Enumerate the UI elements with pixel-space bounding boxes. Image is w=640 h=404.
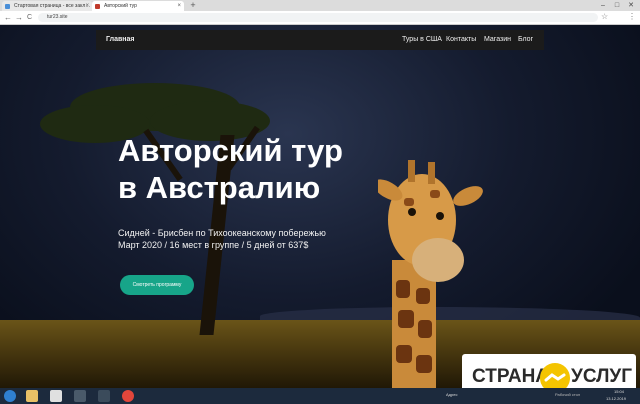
nav-link-tours-usa[interactable]: Туры в США (402, 30, 442, 50)
tab-title: Авторский тур (104, 3, 137, 9)
view-program-button[interactable]: Смотреть программу (120, 275, 194, 295)
reload-icon[interactable]: C (27, 13, 32, 22)
hero-title: Авторский тур в Австралию (118, 132, 418, 206)
browser-tab-active[interactable]: Авторский тур × (92, 1, 184, 11)
browser-tab[interactable]: Стартовая страница - все закл… × (2, 1, 92, 11)
tab-close-icon[interactable]: × (85, 1, 89, 11)
hero-title-line-2: в Австралию (118, 170, 321, 205)
tab-title: Стартовая страница - все закл… (14, 3, 91, 9)
os-taskbar (0, 388, 640, 404)
close-window-button[interactable]: ✕ (624, 0, 638, 11)
folder-icon[interactable] (26, 390, 38, 402)
bookmark-star-icon[interactable]: ☆ (601, 12, 608, 21)
camera-icon[interactable] (98, 390, 110, 402)
nav-home-link[interactable]: Главная (106, 30, 134, 50)
site-navbar (96, 30, 544, 50)
hero-section (0, 25, 640, 388)
yandex-icon[interactable] (50, 390, 62, 402)
hero-subtitle-route: Сидней - Брисбен по Тихоокеанскому побер… (118, 228, 326, 238)
tray-clock: 15:04 (614, 389, 625, 394)
tab-favicon-icon (95, 4, 100, 9)
hero-title-line-1: Авторский тур (118, 133, 343, 168)
tray-date: 13.12.2019 (606, 396, 627, 401)
minimize-button[interactable]: – (596, 0, 610, 11)
tab-close-icon[interactable]: × (177, 1, 181, 11)
chrome-icon[interactable] (122, 390, 134, 402)
taskbar-desktop-label: Рабочий стол (555, 392, 581, 397)
hero-subtitle-details: Март 2020 / 16 мест в группе / 5 дней от… (118, 240, 309, 250)
media-icon[interactable] (74, 390, 86, 402)
maximize-button[interactable]: □ (610, 0, 624, 11)
browser-menu-icon[interactable]: ⋮ (628, 12, 636, 21)
nav-link-contacts[interactable]: Контакты (446, 30, 476, 50)
windows-start-icon[interactable] (4, 390, 16, 402)
taskbar-address-label: Адрес (446, 392, 458, 397)
nav-link-shop[interactable]: Магазин (484, 30, 511, 50)
back-icon[interactable]: ← (4, 13, 12, 22)
forward-icon[interactable]: → (15, 13, 23, 22)
tab-favicon-icon (5, 4, 10, 9)
nav-link-blog[interactable]: Блог (518, 30, 533, 50)
new-tab-button[interactable]: + (188, 1, 198, 10)
url-input[interactable]: tur23.site (38, 13, 598, 22)
